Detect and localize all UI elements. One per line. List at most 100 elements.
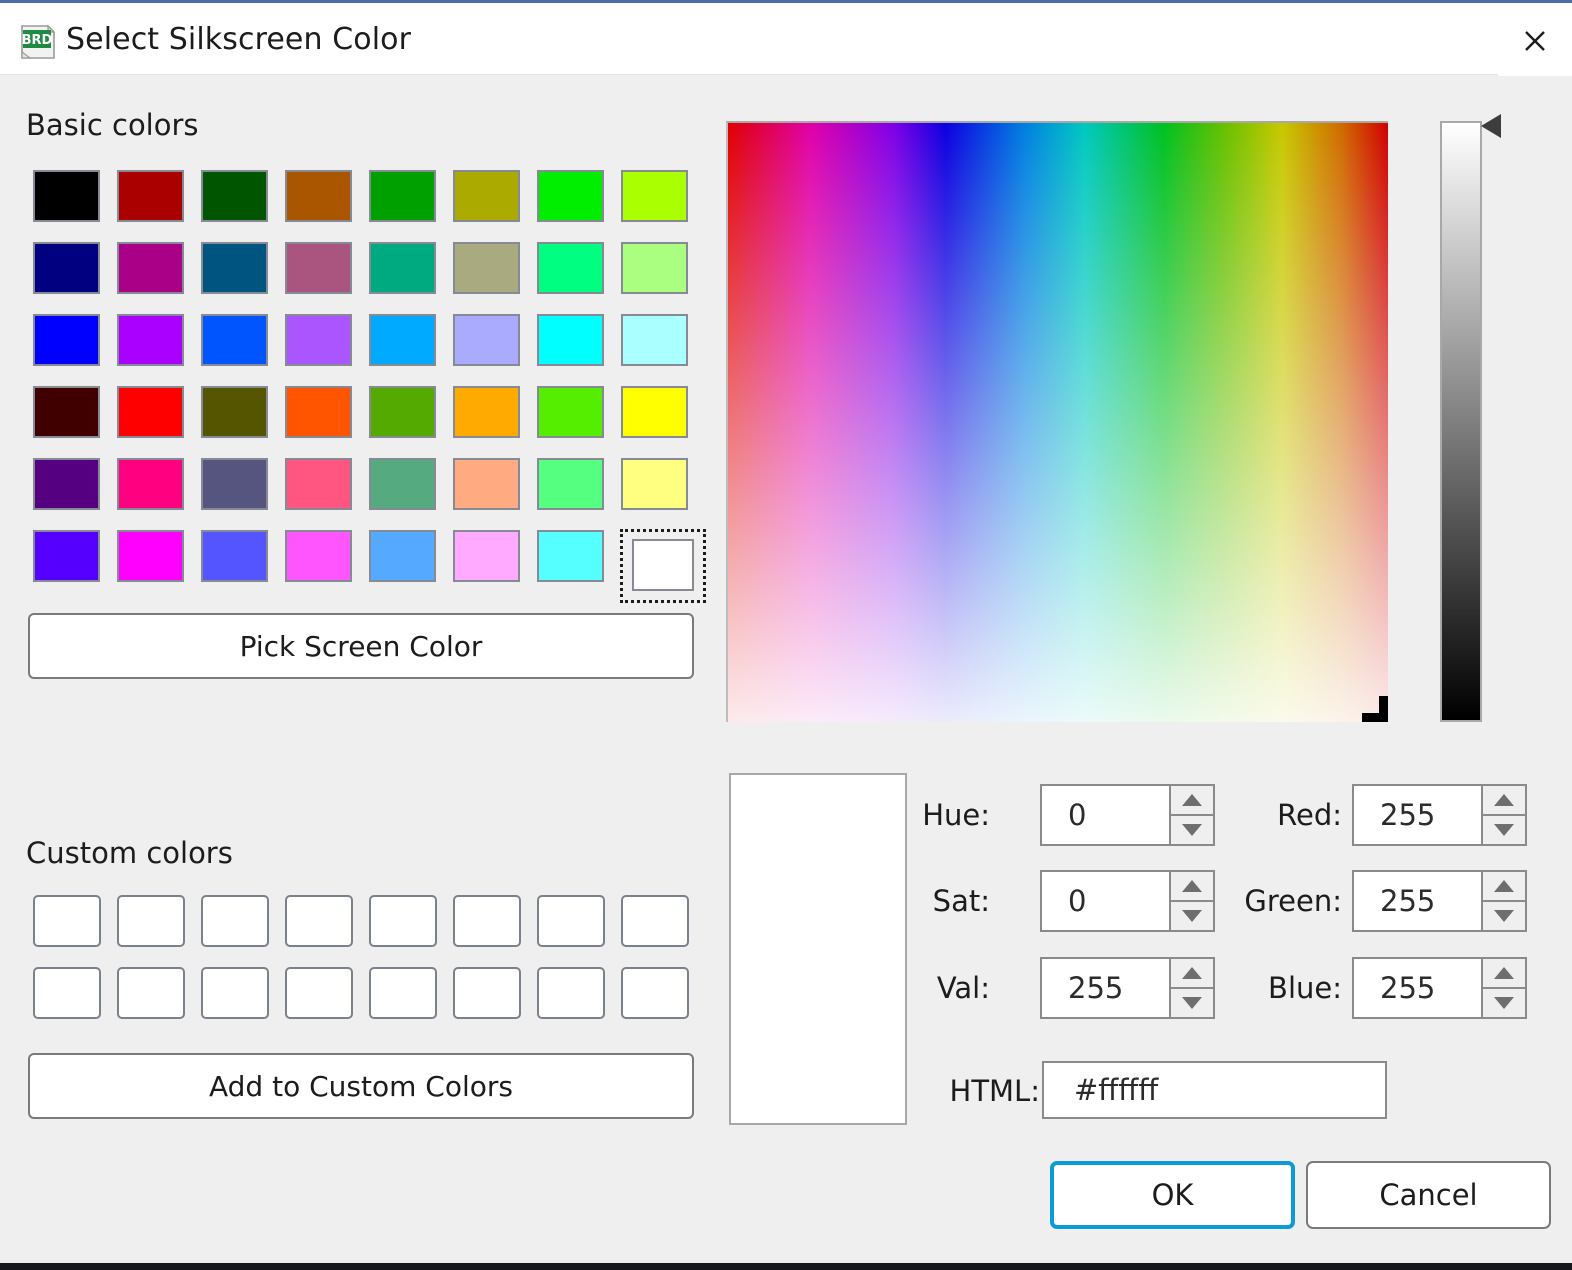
basic-color-swatch-fill[interactable] — [285, 458, 352, 510]
hue-input[interactable]: 0 — [1042, 786, 1169, 844]
custom-color-swatch[interactable] — [117, 895, 201, 967]
custom-color-swatch[interactable] — [453, 895, 537, 967]
basic-color-swatch-fill[interactable] — [369, 242, 436, 294]
green-spin-buttons[interactable] — [1481, 872, 1525, 930]
basic-color-swatch-fill[interactable] — [369, 170, 436, 222]
custom-color-swatch[interactable] — [117, 967, 201, 1039]
red-spinner[interactable]: 255 — [1352, 784, 1527, 846]
basic-color-swatch[interactable] — [285, 458, 369, 530]
close-button[interactable] — [1498, 6, 1572, 76]
value-slider[interactable] — [1440, 121, 1482, 722]
basic-color-swatch-fill[interactable] — [33, 530, 100, 582]
blue-spinner[interactable]: 255 — [1352, 957, 1527, 1019]
basic-color-swatch-fill[interactable] — [537, 530, 604, 582]
basic-color-swatch-fill[interactable] — [285, 170, 352, 222]
basic-color-swatch[interactable] — [33, 242, 117, 314]
custom-color-swatch[interactable] — [201, 967, 285, 1039]
custom-color-swatch-fill[interactable] — [537, 967, 605, 1019]
sat-input[interactable]: 0 — [1042, 872, 1169, 930]
custom-color-swatch-fill[interactable] — [453, 895, 521, 947]
red-spin-buttons[interactable] — [1481, 786, 1525, 844]
basic-color-swatch-fill[interactable] — [453, 170, 520, 222]
basic-color-swatch[interactable] — [285, 314, 369, 386]
basic-color-swatch[interactable] — [201, 170, 285, 242]
basic-color-swatch-fill[interactable] — [621, 170, 688, 222]
basic-color-swatch[interactable] — [453, 386, 537, 458]
basic-color-swatch-fill[interactable] — [453, 242, 520, 294]
basic-color-swatch-fill[interactable] — [369, 314, 436, 366]
custom-color-swatch[interactable] — [285, 895, 369, 967]
custom-color-swatch[interactable] — [33, 967, 117, 1039]
custom-color-swatch-fill[interactable] — [369, 895, 437, 947]
basic-color-swatch-fill[interactable] — [453, 458, 520, 510]
ok-button[interactable]: OK — [1050, 1161, 1295, 1229]
custom-color-swatch-fill[interactable] — [33, 895, 101, 947]
basic-color-swatch[interactable] — [453, 242, 537, 314]
basic-color-swatch-fill[interactable] — [632, 539, 694, 591]
basic-color-swatch[interactable] — [537, 386, 621, 458]
basic-color-swatch-fill[interactable] — [621, 242, 688, 294]
basic-color-swatch[interactable] — [369, 458, 453, 530]
basic-color-swatch-fill[interactable] — [537, 314, 604, 366]
green-spinner[interactable]: 255 — [1352, 870, 1527, 932]
basic-color-swatch[interactable] — [285, 242, 369, 314]
saturation-value-gradient[interactable] — [726, 121, 1388, 722]
custom-color-swatch-fill[interactable] — [33, 967, 101, 1019]
green-input[interactable]: 255 — [1354, 872, 1481, 930]
basic-color-swatch[interactable] — [117, 314, 201, 386]
basic-color-swatch[interactable] — [369, 530, 453, 602]
basic-color-swatch-fill[interactable] — [33, 386, 100, 438]
basic-color-swatch[interactable] — [33, 314, 117, 386]
basic-color-swatch[interactable] — [453, 458, 537, 530]
custom-color-swatch[interactable] — [537, 895, 621, 967]
custom-color-swatch-fill[interactable] — [285, 895, 353, 947]
basic-color-swatch[interactable] — [537, 530, 621, 602]
basic-color-swatch[interactable] — [537, 314, 621, 386]
basic-color-swatch[interactable] — [369, 386, 453, 458]
basic-color-swatch-fill[interactable] — [537, 386, 604, 438]
cancel-button[interactable]: Cancel — [1306, 1161, 1551, 1229]
red-decrement-button[interactable] — [1483, 816, 1525, 844]
basic-color-swatch-fill[interactable] — [201, 170, 268, 222]
red-input[interactable]: 255 — [1354, 786, 1481, 844]
basic-color-swatch[interactable] — [453, 170, 537, 242]
custom-color-swatch-fill[interactable] — [117, 967, 185, 1019]
basic-color-swatch-fill[interactable] — [33, 170, 100, 222]
basic-color-swatch-fill[interactable] — [117, 170, 184, 222]
basic-color-swatch[interactable] — [117, 242, 201, 314]
custom-colors-grid[interactable] — [33, 895, 705, 1039]
add-to-custom-colors-button[interactable]: Add to Custom Colors — [28, 1053, 694, 1119]
basic-color-swatch-fill[interactable] — [369, 530, 436, 582]
custom-color-swatch[interactable] — [621, 895, 705, 967]
basic-color-swatch-fill[interactable] — [117, 314, 184, 366]
basic-color-swatch-fill[interactable] — [33, 458, 100, 510]
basic-color-swatch[interactable] — [117, 170, 201, 242]
basic-color-swatch-fill[interactable] — [453, 530, 520, 582]
custom-color-swatch[interactable] — [453, 967, 537, 1039]
custom-color-swatch[interactable] — [537, 967, 621, 1039]
basic-color-swatch[interactable] — [621, 458, 705, 530]
basic-color-swatch[interactable] — [621, 386, 705, 458]
basic-color-swatch[interactable] — [201, 242, 285, 314]
custom-color-swatch-fill[interactable] — [621, 967, 689, 1019]
green-increment-button[interactable] — [1483, 872, 1525, 902]
custom-color-swatch-fill[interactable] — [621, 895, 689, 947]
basic-color-swatch-fill[interactable] — [369, 458, 436, 510]
basic-color-swatch[interactable] — [621, 242, 705, 314]
basic-color-swatch[interactable] — [621, 314, 705, 386]
custom-color-swatch[interactable] — [201, 895, 285, 967]
basic-color-swatch-fill[interactable] — [33, 314, 100, 366]
basic-color-swatch-fill[interactable] — [537, 242, 604, 294]
basic-color-swatch[interactable] — [117, 458, 201, 530]
basic-color-swatch[interactable] — [33, 458, 117, 530]
basic-color-swatch[interactable] — [621, 170, 705, 242]
basic-color-swatch-fill[interactable] — [33, 242, 100, 294]
basic-color-swatch-fill[interactable] — [285, 242, 352, 294]
custom-color-swatch-fill[interactable] — [453, 967, 521, 1019]
custom-color-swatch[interactable] — [621, 967, 705, 1039]
basic-color-swatch-fill[interactable] — [117, 530, 184, 582]
basic-color-swatch[interactable] — [369, 170, 453, 242]
basic-color-swatch-fill[interactable] — [453, 386, 520, 438]
red-increment-button[interactable] — [1483, 786, 1525, 816]
basic-color-swatch-fill[interactable] — [621, 458, 688, 510]
